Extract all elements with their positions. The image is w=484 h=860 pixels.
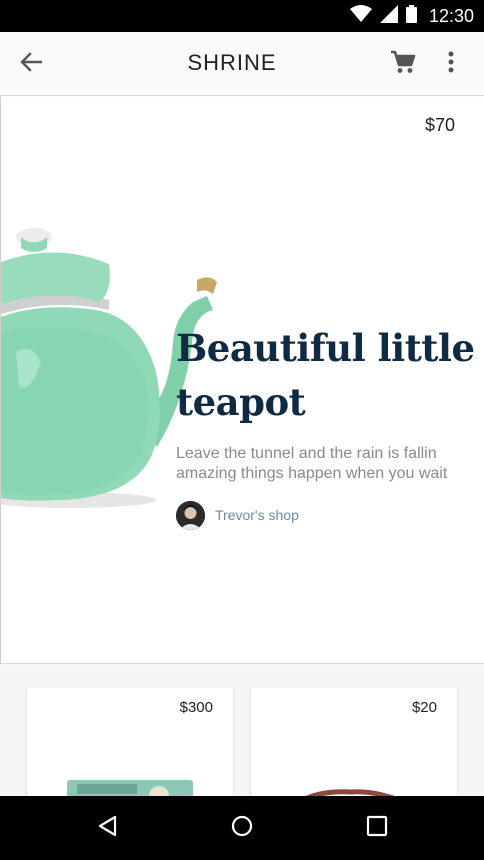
shop-owner-avatar [176,500,205,530]
status-time: 12:30 [428,5,474,26]
featured-product-card[interactable]: $70 Beautiful little teapot Leave the tu… [0,97,484,664]
cellular-signal-icon [379,4,398,28]
shop-name: Trevor's shop [215,507,299,523]
product-card[interactable]: $300 [27,688,233,808]
wifi-icon [349,4,372,28]
product-card[interactable]: $20 [251,688,457,808]
featured-product-description: Leave the tunnel and the rain is fallin … [176,445,448,482]
status-bar: 12:30 [0,0,484,32]
nav-home-button[interactable] [224,810,260,846]
product-grid: $300 $20 [0,665,484,808]
app-bar: SHRINE [0,32,484,96]
system-navigation-bar [0,796,484,860]
triangle-back-icon [97,815,119,842]
product-price: $300 [179,699,213,716]
cart-button[interactable] [386,48,420,80]
shopping-cart-icon [390,50,416,79]
circle-home-icon [231,815,253,842]
product-price: $20 [411,699,437,716]
nav-back-button[interactable] [90,810,126,846]
status-icons: 12:30 [349,0,474,32]
nav-recents-button[interactable] [359,810,395,846]
shop-link[interactable]: Trevor's shop [176,500,299,530]
featured-product-title: Beautiful little teapot [176,326,475,424]
square-recents-icon [366,815,388,842]
featured-product-price: $70 [424,115,455,135]
more-vert-icon [448,51,454,78]
overflow-menu-button[interactable] [436,48,466,80]
battery-icon [405,4,417,28]
